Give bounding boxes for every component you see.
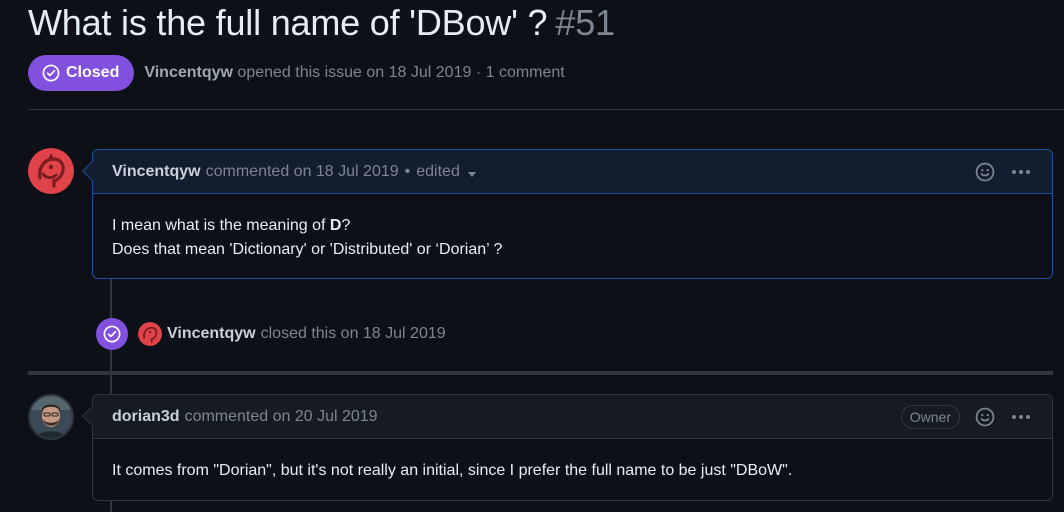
comment-body-line: I mean what is the meaning of D?	[112, 214, 1033, 238]
closed-event-badge	[96, 318, 128, 350]
comment-body: It comes from "Dorian", but it's not rea…	[93, 439, 1052, 503]
comment: dorian3d commented on 20 Jul 2019 Owner …	[82, 394, 1053, 503]
edited-dropdown[interactable]: edited	[416, 163, 476, 181]
smiley-icon[interactable]	[974, 161, 996, 183]
state-badge: Closed	[28, 55, 135, 91]
smiley-icon[interactable]	[974, 406, 996, 428]
comment-body-line: Does that mean 'Dictionary' or 'Distribu…	[112, 241, 503, 258]
closed-event: Vincentqyw closed this on 18 Jul 2019	[138, 322, 446, 346]
issue-author-link[interactable]: Vincentqyw	[144, 64, 233, 81]
event-actor[interactable]: Vincentqyw	[167, 325, 256, 343]
issue-meta: Closed Vincentqyw opened this issue on 1…	[28, 55, 565, 91]
owner-badge: Owner	[900, 405, 960, 429]
issue-number: #51	[555, 2, 615, 43]
issue-opened-text: opened this issue on 18 Jul 2019 · 1 com…	[237, 64, 565, 81]
kebab-horizontal-icon[interactable]	[1010, 161, 1032, 183]
issue-opened-info: Vincentqyw opened this issue on 18 Jul 2…	[144, 64, 564, 82]
edited-label: edited	[416, 162, 460, 180]
avatar[interactable]	[28, 148, 74, 194]
comment-body-line: It comes from "Dorian", but it's not rea…	[112, 462, 793, 479]
comment-actions: Owner	[900, 395, 1032, 439]
issue-page: What is the full name of 'DBow' ? #51 Clo…	[0, 0, 1064, 512]
comment: Vincentqyw commented on 18 Jul 2019 • ed…	[82, 149, 1053, 282]
timeline-divider	[28, 371, 1053, 375]
comment-actions	[974, 150, 1032, 194]
comment-date[interactable]: commented on 18 Jul 2019	[206, 163, 399, 181]
header-divider	[28, 109, 1064, 110]
text: ?	[341, 217, 351, 234]
comment-date[interactable]: commented on 20 Jul 2019	[185, 408, 378, 426]
check-circle-icon	[103, 325, 121, 343]
kebab-horizontal-icon[interactable]	[1010, 406, 1032, 428]
avatar[interactable]	[28, 394, 74, 440]
comment-header: dorian3d commented on 20 Jul 2019 Owner	[93, 395, 1052, 439]
timeline-line	[110, 375, 112, 394]
avatar[interactable]	[138, 322, 162, 346]
issue-title-text: What is the full name of 'DBow' ?	[28, 2, 548, 43]
check-circle-icon	[42, 64, 60, 82]
separator-dot: •	[404, 162, 411, 180]
issue-title: What is the full name of 'DBow' ? #51	[28, 2, 615, 44]
comment-header: Vincentqyw commented on 18 Jul 2019 • ed…	[93, 150, 1052, 194]
bold-text: D	[329, 217, 342, 234]
text: I mean what is the meaning of	[112, 217, 330, 234]
state-label: Closed	[66, 64, 120, 81]
triangle-down-icon	[467, 171, 476, 177]
event-text[interactable]: closed this on 18 Jul 2019	[261, 325, 446, 343]
comment-author[interactable]: dorian3d	[112, 408, 180, 426]
comment-author[interactable]: Vincentqyw	[112, 163, 201, 181]
comment-body: I mean what is the meaning of D? Does th…	[93, 194, 1052, 282]
